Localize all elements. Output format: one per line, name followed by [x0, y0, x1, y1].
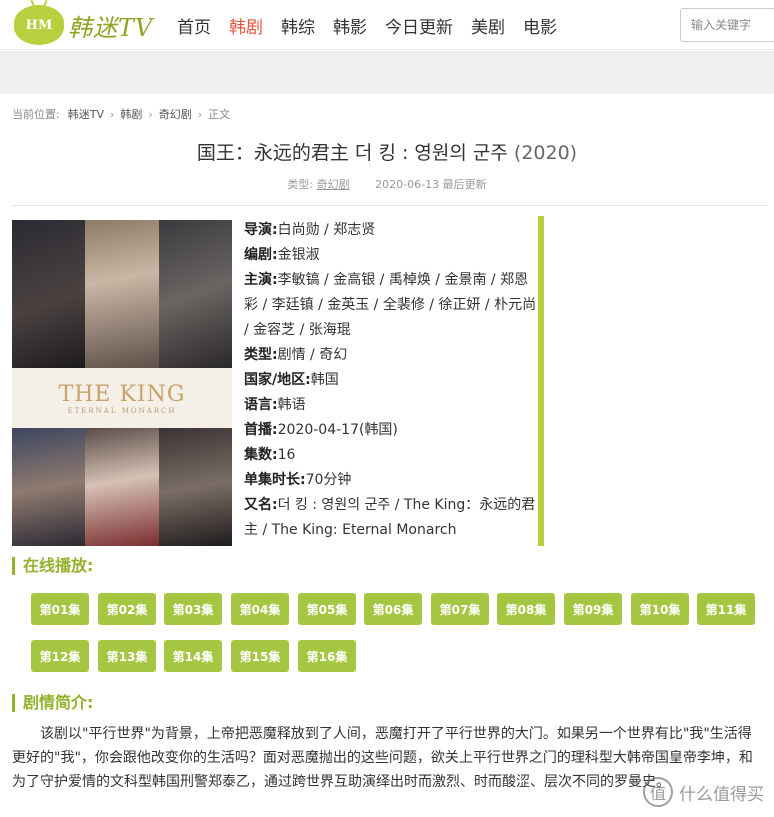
info-row: 首播:2020-04-17(韩国) [244, 418, 540, 443]
nav-item-movie[interactable]: 电影 [514, 13, 566, 38]
nav-item-kmovie[interactable]: 韩影 [324, 13, 376, 38]
main-nav: 首页 韩剧 韩综 韩影 今日更新 美剧 电影 [168, 0, 566, 50]
info-value: 2020-04-17(韩国) [277, 422, 398, 438]
episode-button[interactable]: 第05集 [298, 593, 356, 625]
info-row: 类型:剧情 / 奇幻 [244, 343, 540, 368]
tv-logo-icon: HM [14, 5, 64, 45]
meta-updated: 2020-06-13 最后更新 [375, 178, 487, 191]
nav-item-home[interactable]: 首页 [168, 13, 220, 38]
info-value: 16 [277, 447, 296, 463]
info-row: 导演:白尚勋 / 郑志贤 [244, 218, 540, 243]
info-value: 李敏镐 / 金高银 / 禹棹焕 / 金景南 / 郑恩彩 / 李廷镇 / 金英玉 … [244, 272, 537, 338]
nav-item-kdrama[interactable]: 韩剧 [220, 13, 272, 38]
info-value: 剧情 / 奇幻 [277, 347, 348, 363]
poster-panel [85, 220, 159, 368]
episode-button[interactable]: 第10集 [631, 593, 689, 625]
breadcrumb-fantasy[interactable]: 奇幻剧 [159, 106, 192, 122]
info-label: 又名: [244, 497, 278, 513]
poster-panel [159, 220, 232, 368]
poster-title: THE KING [58, 381, 186, 407]
info-row: 主演:李敏镐 / 金高银 / 禹棹焕 / 金景南 / 郑恩彩 / 李廷镇 / 金… [244, 268, 540, 343]
info-row: 又名:더 킹 : 영원의 군주 / The King：永远的君主 / The K… [244, 493, 540, 543]
logo-badge-text: HM [25, 17, 53, 33]
info-label: 编剧: [244, 247, 278, 263]
poster-panel [159, 428, 232, 546]
title-text: 国王：永远的君主 더 킹 : 영원의 군주 [196, 142, 508, 164]
divider [12, 205, 768, 206]
nav-item-today[interactable]: 今日更新 [376, 13, 462, 38]
watermark-text: 什么值得买 [679, 784, 764, 805]
ad-banner [0, 51, 774, 94]
episode-button[interactable]: 第14集 [164, 640, 222, 672]
episode-button[interactable]: 第09集 [564, 593, 622, 625]
info-value: 70分钟 [305, 472, 352, 488]
poster-panel [12, 220, 85, 368]
info-row: 语言:韩语 [244, 393, 540, 418]
nav-item-us-drama[interactable]: 美剧 [462, 13, 514, 38]
article-meta: 类型: 奇幻剧 2020-06-13 最后更新 [0, 176, 774, 192]
breadcrumb-home[interactable]: 韩迷TV [68, 106, 104, 122]
episode-button[interactable]: 第03集 [164, 593, 222, 625]
watermark: 值 什么值得买 [643, 777, 764, 807]
info-row: 国家/地区:韩国 [244, 368, 540, 393]
title-year: (2020) [513, 142, 578, 164]
info-value: 金银淑 [277, 247, 320, 263]
plot-heading: 剧情简介: [12, 694, 93, 712]
site-header: HM 韩迷TV 首页 韩剧 韩综 韩影 今日更新 美剧 电影 [0, 0, 774, 50]
poster-subtitle: ETERNAL MONARCH [67, 406, 177, 415]
meta-type-link[interactable]: 奇幻剧 [317, 178, 350, 191]
poster-title-band: THE KING ETERNAL MONARCH [12, 368, 232, 428]
episode-button[interactable]: 第02集 [98, 593, 156, 625]
poster-image: THE KING ETERNAL MONARCH [12, 220, 232, 546]
episode-button[interactable]: 第06集 [364, 593, 422, 625]
logo-text: 韩迷TV [68, 13, 154, 42]
episode-button[interactable]: 第08集 [497, 593, 555, 625]
scrollbar[interactable] [538, 216, 544, 546]
watermark-logo-icon: 值 [643, 777, 673, 807]
episode-button[interactable]: 第15集 [231, 640, 289, 672]
poster-panel [85, 428, 159, 546]
chevron-right-icon: › [109, 107, 115, 121]
search-input[interactable] [691, 18, 765, 32]
info-label: 首播: [244, 422, 278, 438]
info-label: 语言: [244, 397, 278, 413]
site-logo[interactable]: HM 韩迷TV [14, 4, 153, 46]
poster-panel [12, 428, 85, 546]
breadcrumb-prefix: 当前位置: [12, 108, 60, 121]
info-value: 白尚勋 / 郑志贤 [277, 222, 376, 238]
info-label: 单集时长: [244, 472, 306, 488]
episode-button[interactable]: 第01集 [31, 593, 89, 625]
breadcrumb: 当前位置: 韩迷TV › 韩剧 › 奇幻剧 › 正文 [12, 106, 230, 122]
meta-type-label: 类型: [287, 178, 314, 191]
episode-button[interactable]: 第12集 [31, 640, 89, 672]
info-value: 韩国 [310, 372, 339, 388]
info-row: 单集时长:70分钟 [244, 468, 540, 493]
episode-button[interactable]: 第13集 [98, 640, 156, 672]
page-title: 国王：永远的君主 더 킹 : 영원의 군주 (2020) [0, 138, 774, 165]
breadcrumb-current: 正文 [208, 108, 231, 121]
episode-button[interactable]: 第16集 [298, 640, 356, 672]
episode-button[interactable]: 第07集 [431, 593, 489, 625]
chevron-right-icon: › [197, 107, 203, 121]
info-value: 韩语 [277, 397, 306, 413]
info-label: 集数: [244, 447, 278, 463]
breadcrumb-kdrama[interactable]: 韩剧 [120, 106, 142, 122]
episode-button[interactable]: 第04集 [231, 593, 289, 625]
drama-info: 导演:白尚勋 / 郑志贤 编剧:金银淑 主演:李敏镐 / 金高银 / 禹棹焕 /… [244, 218, 540, 543]
info-value: 더 킹 : 영원의 군주 / The King：永远的君主 / The King… [244, 497, 536, 538]
episode-button[interactable]: 第11集 [697, 593, 755, 625]
info-label: 类型: [244, 347, 278, 363]
info-label: 导演: [244, 222, 278, 238]
chevron-right-icon: › [148, 107, 153, 121]
search-box[interactable] [680, 8, 774, 42]
info-label: 主演: [244, 272, 278, 288]
info-row: 编剧:金银淑 [244, 243, 540, 268]
nav-item-variety[interactable]: 韩综 [272, 13, 324, 38]
info-row: 集数:16 [244, 443, 540, 468]
info-label: 国家/地区: [244, 372, 311, 388]
online-play-heading: 在线播放: [12, 557, 93, 575]
